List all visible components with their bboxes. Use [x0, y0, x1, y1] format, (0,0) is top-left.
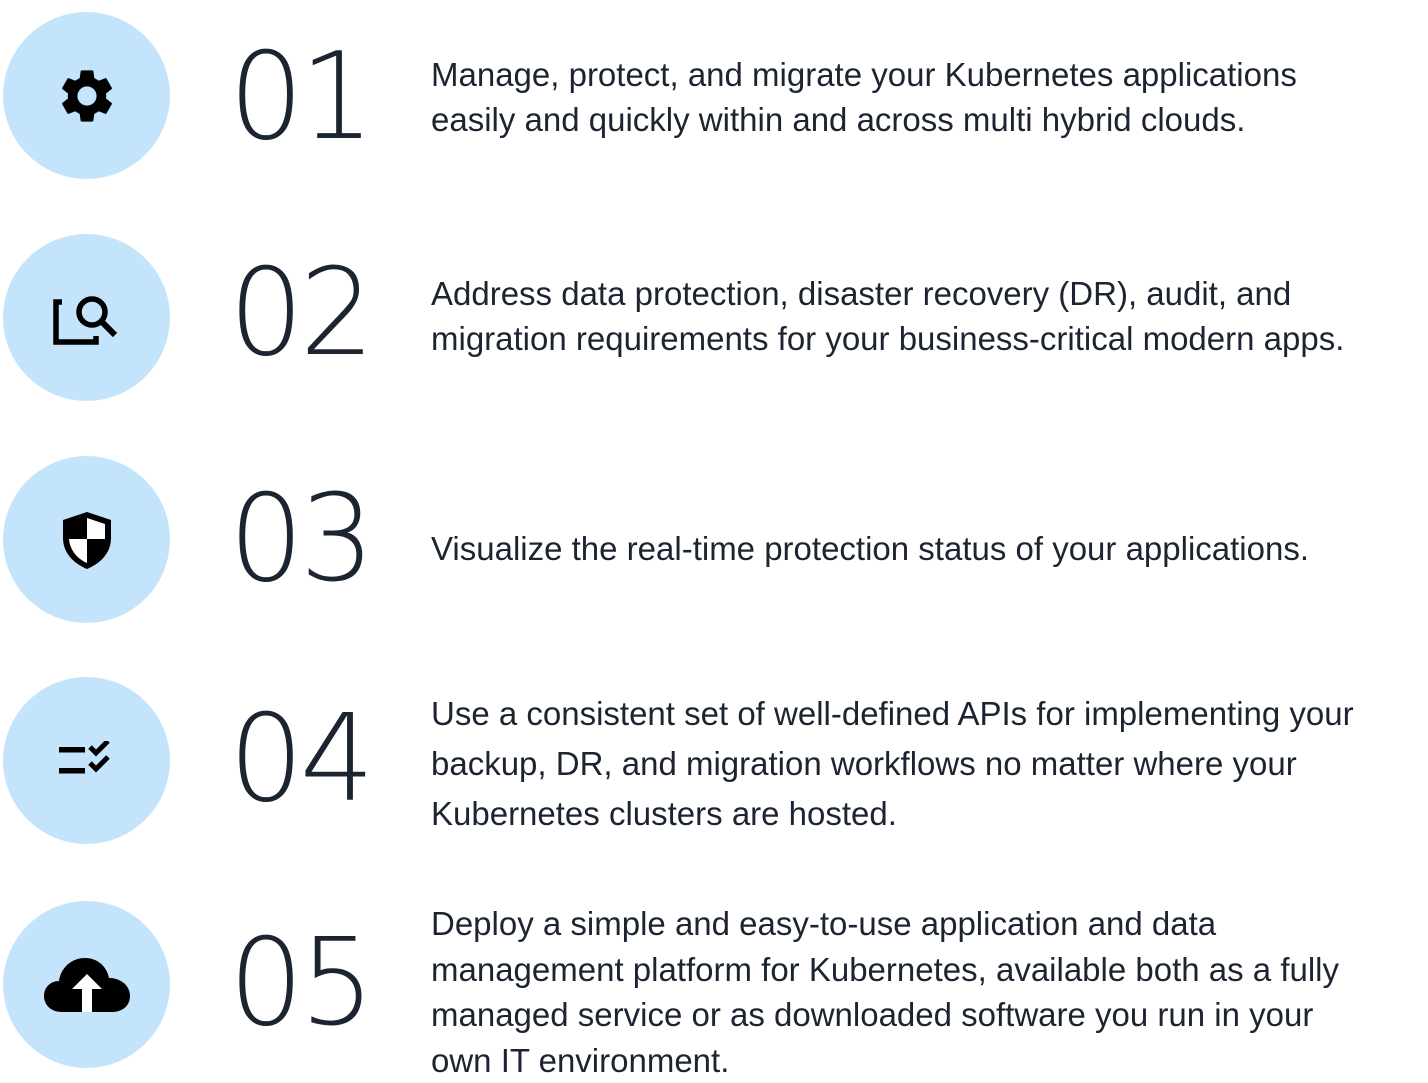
shield-icon [57, 508, 117, 572]
description-line: Visualize the real-time protection statu… [431, 526, 1421, 571]
description-line: Manage, protect, and migrate your Kubern… [431, 52, 1421, 97]
description-line: migration requirements for your business… [431, 316, 1421, 361]
step-number: 04 [229, 700, 371, 820]
feature-description: Manage, protect, and migrate your Kubern… [431, 52, 1421, 142]
description-line: easily and quickly within and across mul… [431, 97, 1421, 142]
icon-circle [3, 677, 170, 844]
gear-icon [55, 64, 119, 128]
description-line: Address data protection, disaster recove… [431, 271, 1421, 316]
feature-description: Address data protection, disaster recove… [431, 271, 1421, 361]
step-number: 03 [229, 480, 371, 600]
step-number: 02 [229, 254, 371, 374]
description-line: managed service or as downloaded softwar… [431, 992, 1421, 1038]
icon-circle [3, 901, 170, 1068]
description-line: management platform for Kubernetes, avai… [431, 947, 1421, 993]
feature-description: Visualize the real-time protection statu… [431, 526, 1421, 571]
description-line: Kubernetes clusters are hosted. [431, 789, 1421, 839]
icon-circle [3, 234, 170, 401]
description-line: backup, DR, and migration workflows no m… [431, 739, 1421, 789]
icon-circle [3, 12, 170, 179]
feature-description: Use a consistent set of well-defined API… [431, 689, 1421, 839]
feature-description: Deploy a simple and easy-to-use applicat… [431, 901, 1421, 1083]
description-line: Deploy a simple and easy-to-use applicat… [431, 901, 1421, 947]
cloud-upload-icon [42, 954, 132, 1016]
search-frame-icon [52, 288, 122, 348]
step-number: 05 [229, 924, 371, 1044]
description-line: own IT environment. [431, 1038, 1421, 1083]
step-number: 01 [229, 38, 371, 158]
checklist-icon [57, 741, 117, 781]
icon-circle [3, 456, 170, 623]
description-line: Use a consistent set of well-defined API… [431, 689, 1421, 739]
